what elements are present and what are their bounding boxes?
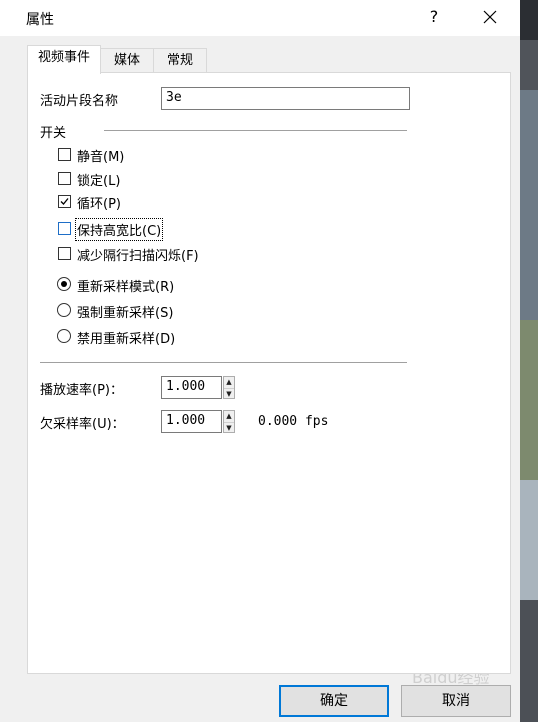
mute-checkbox[interactable] (58, 148, 71, 161)
ok-button[interactable]: 确定 (279, 685, 389, 717)
dialog-title: 属性 (26, 12, 54, 28)
spin-down-icon[interactable]: ▼ (224, 388, 234, 400)
switches-heading: 开关 (40, 126, 67, 141)
playback-rate-input[interactable]: 1.000 (161, 376, 222, 399)
lock-checkbox[interactable] (58, 172, 71, 185)
mute-label[interactable]: 静音(M) (77, 146, 124, 165)
resample-mode-radio[interactable] (57, 277, 71, 291)
loop-label[interactable]: 循环(P) (77, 193, 121, 212)
spin-up-icon[interactable]: ▲ (224, 411, 234, 422)
tab-video-event[interactable]: 视频事件 (27, 45, 101, 74)
playback-rate-label: 播放速率(P)： (40, 383, 123, 398)
keep-aspect-checkbox[interactable] (58, 222, 71, 235)
disable-resample-label[interactable]: 禁用重新采样(D) (77, 328, 175, 347)
checkmark-icon (60, 198, 69, 205)
help-button[interactable]: ? (426, 7, 442, 26)
cancel-button[interactable]: 取消 (401, 685, 511, 717)
switches-divider (104, 130, 407, 131)
force-resample-label[interactable]: 强制重新采样(S) (77, 302, 173, 321)
radio-selected-dot (61, 281, 67, 287)
clip-name-input[interactable]: 3e (161, 87, 410, 110)
resample-mode-label[interactable]: 重新采样模式(R) (77, 276, 174, 295)
tab-media[interactable]: 媒体 (100, 48, 154, 73)
clip-name-label: 活动片段名称 (40, 94, 119, 109)
undersample-rate-input[interactable]: 1.000 (161, 410, 222, 433)
loop-checkbox[interactable] (58, 195, 71, 208)
fps-readout: 0.000 fps (258, 414, 329, 429)
video-event-panel: 活动片段名称 3e 开关 静音(M) 锁定(L) 循环(P) 保持高宽比(C) … (27, 72, 511, 674)
close-icon (483, 10, 497, 24)
lock-label[interactable]: 锁定(L) (77, 170, 120, 189)
undersample-rate-spinner[interactable]: ▲ ▼ (223, 410, 235, 433)
undersample-rate-label: 欠采样率(U)： (40, 417, 125, 432)
title-bar: 属性 ? (0, 0, 520, 36)
properties-dialog: 属性 ? 视频事件 媒体 常规 活动片段名称 3e 开关 静音(M) 锁定(L)… (0, 0, 520, 722)
tab-general[interactable]: 常规 (153, 48, 207, 73)
playback-rate-spinner[interactable]: ▲ ▼ (223, 376, 235, 399)
spin-down-icon[interactable]: ▼ (224, 422, 234, 434)
disable-resample-radio[interactable] (57, 329, 71, 343)
keep-aspect-label[interactable]: 保持高宽比(C) (74, 218, 164, 241)
force-resample-radio[interactable] (57, 303, 71, 317)
reduce-flicker-label[interactable]: 减少隔行扫描闪烁(F) (77, 245, 199, 264)
section-divider (40, 362, 407, 363)
spin-up-icon[interactable]: ▲ (224, 377, 234, 388)
close-button[interactable] (478, 5, 502, 29)
reduce-flicker-checkbox[interactable] (58, 247, 71, 260)
background-video-strip (520, 0, 538, 722)
